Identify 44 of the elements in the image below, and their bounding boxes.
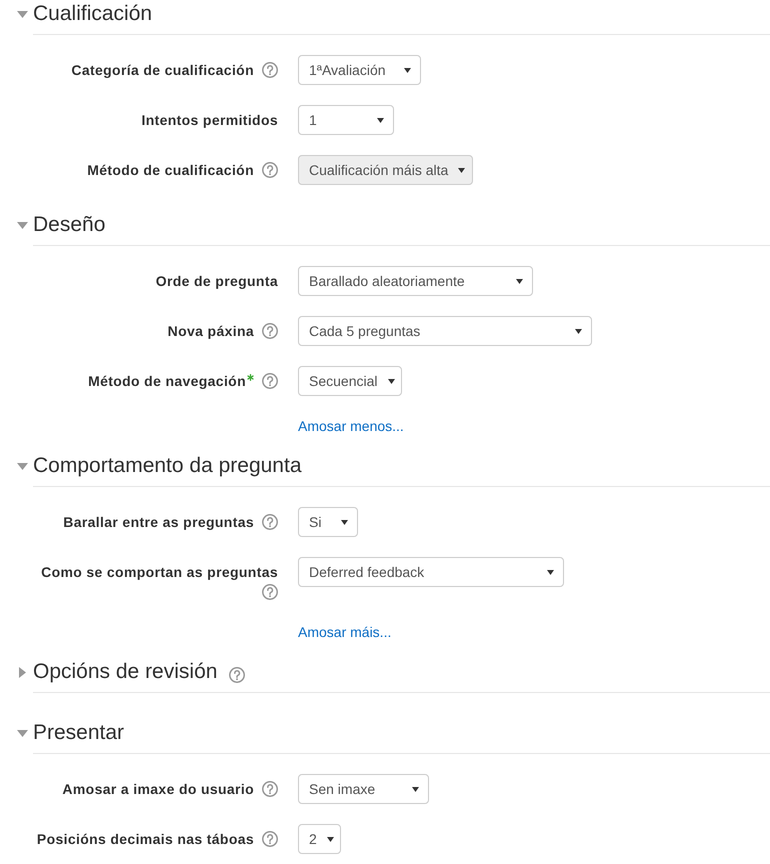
- help-icon[interactable]: [229, 667, 246, 683]
- caret-icon: [458, 168, 466, 172]
- help-icon[interactable]: [262, 781, 278, 797]
- help-icon[interactable]: [262, 831, 278, 847]
- caret-icon: [377, 118, 384, 122]
- help-icon[interactable]: [262, 323, 278, 339]
- caret-icon: [575, 328, 582, 334]
- dropdown[interactable]: Barallado aleatoriamente: [298, 266, 533, 296]
- dropdown[interactable]: Deferred feedback: [298, 557, 564, 587]
- dropdown[interactable]: 2: [298, 824, 341, 854]
- dropdown[interactable]: Secuencial: [298, 366, 402, 396]
- field-label: Categoría de cualificación: [71, 62, 254, 78]
- caret-icon: [516, 278, 523, 284]
- help-icon[interactable]: [262, 62, 278, 78]
- field-label: Método de navegación: [88, 373, 246, 389]
- section-heading[interactable]: Opcións de revisión: [17, 658, 218, 686]
- section-heading[interactable]: Comportamento da pregunta: [17, 452, 302, 480]
- caret-icon: [326, 836, 334, 842]
- field-label: Método de cualificación: [87, 162, 254, 178]
- show-toggle-link[interactable]: Amosar menos...: [298, 416, 404, 436]
- dropdown[interactable]: Si: [298, 507, 358, 537]
- dropdown[interactable]: 1: [298, 105, 394, 135]
- help-icon[interactable]: [262, 373, 278, 389]
- field-label: Amosar a imaxe do usuario: [62, 781, 254, 797]
- field-label: Como se comportan as preguntas: [41, 564, 278, 580]
- caret-icon: [341, 520, 348, 524]
- field-label: Nova páxina: [168, 323, 254, 339]
- help-icon[interactable]: [262, 584, 278, 600]
- dropdown[interactable]: Sen imaxe: [298, 774, 429, 804]
- field-label: Orde de pregunta: [156, 273, 278, 289]
- caret-icon: [547, 570, 554, 574]
- field-label: Intentos permitidos: [141, 112, 278, 128]
- field-label: Barallar entre as preguntas: [63, 514, 254, 530]
- dropdown[interactable]: Cada 5 preguntas: [298, 316, 592, 346]
- caret-icon: [404, 68, 411, 72]
- field-label: Posicións decimais nas táboas: [36, 831, 254, 847]
- caret-icon: [412, 786, 419, 792]
- help-icon[interactable]: [262, 514, 278, 530]
- show-toggle-link[interactable]: Amosar máis...: [298, 622, 392, 642]
- dropdown[interactable]: 1ªAvaliación: [298, 55, 421, 85]
- section-heading[interactable]: Cualificación: [17, 0, 152, 28]
- section-heading[interactable]: Presentar: [17, 719, 124, 747]
- caret-icon: [388, 378, 394, 384]
- section-heading[interactable]: Deseño: [17, 211, 106, 239]
